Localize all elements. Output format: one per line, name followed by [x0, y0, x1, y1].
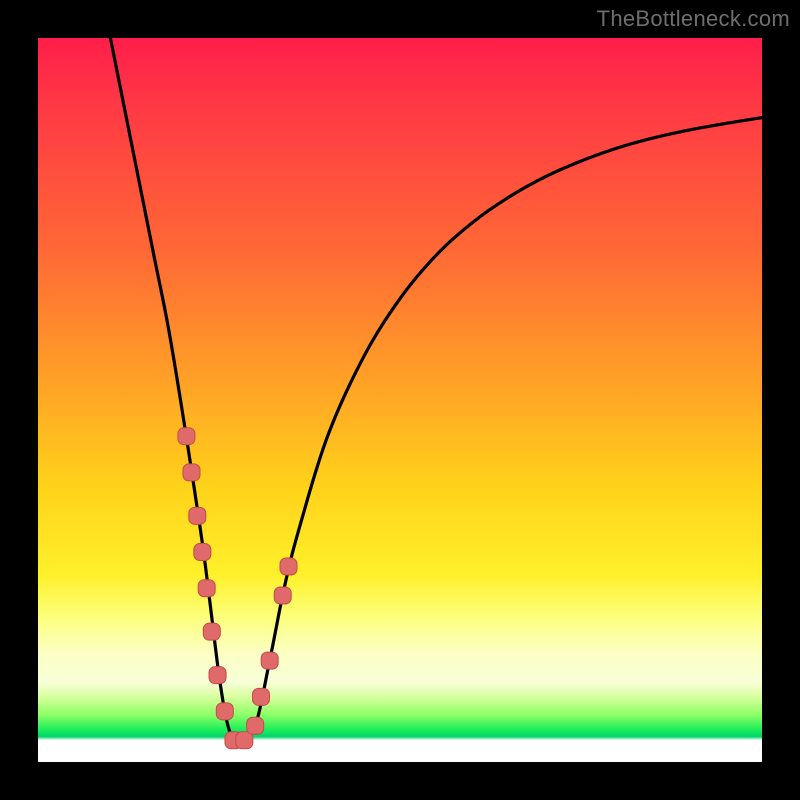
marker-point	[198, 580, 215, 597]
marker-point	[178, 428, 195, 445]
marker-point	[280, 558, 297, 575]
chart-svg	[38, 38, 762, 762]
marker-point	[261, 652, 278, 669]
marker-point	[274, 587, 291, 604]
marker-point	[209, 667, 226, 684]
chart-frame: TheBottleneck.com	[0, 0, 800, 800]
marker-point	[189, 507, 206, 524]
marker-point	[203, 623, 220, 640]
plot-area	[38, 38, 762, 762]
marker-point	[247, 717, 264, 734]
marker-point	[252, 688, 269, 705]
marker-point	[194, 544, 211, 561]
marker-point	[216, 703, 233, 720]
marker-point	[183, 464, 200, 481]
sample-markers	[178, 428, 297, 749]
watermark-text: TheBottleneck.com	[597, 6, 790, 32]
